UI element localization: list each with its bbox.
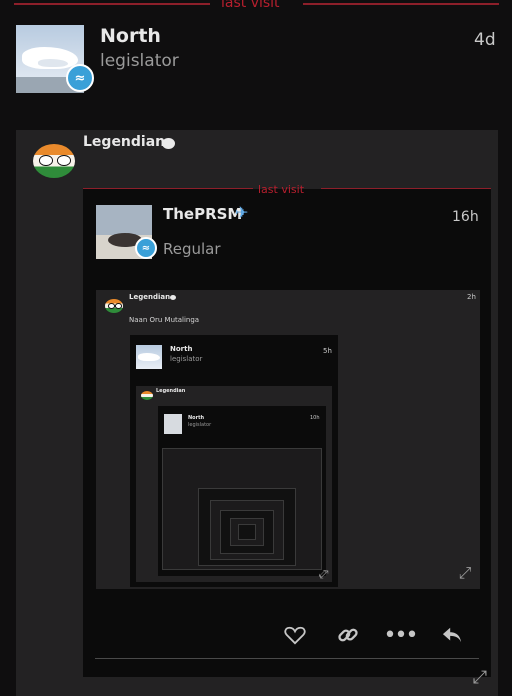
inner-last-visit-divider-right bbox=[321, 188, 491, 189]
deep-north-role: legislator bbox=[188, 422, 212, 428]
nested-legendian-avatar[interactable] bbox=[104, 298, 124, 314]
inner-post-author-role: Regular bbox=[163, 240, 221, 258]
deep-author-name: Legendian bbox=[156, 388, 186, 394]
post-time[interactable]: 4d bbox=[474, 30, 496, 50]
post-author-role: legislator bbox=[100, 51, 179, 71]
reply-icon[interactable] bbox=[438, 621, 466, 649]
post-author-name[interactable]: North bbox=[100, 25, 161, 47]
nested-quote-level5: North legislator 10h bbox=[158, 406, 326, 576]
more-icon[interactable]: ••• bbox=[384, 621, 419, 649]
quote-author-name[interactable]: Legendian bbox=[83, 134, 165, 150]
regular-badge-icon: ≈ bbox=[135, 237, 157, 259]
nested-quote-panel: Legendian 2h Naan Oru Mutalinga North le… bbox=[96, 290, 480, 589]
verified-badge-icon: ≈ bbox=[66, 64, 94, 92]
quote-expand-icon[interactable]: ⤢ bbox=[468, 665, 492, 689]
nested-chat-bubble-icon bbox=[170, 295, 176, 300]
heart-icon[interactable] bbox=[281, 621, 309, 649]
nested-north-avatar[interactable] bbox=[136, 345, 162, 369]
deep-north-name: North bbox=[188, 415, 205, 421]
level3-expand-icon[interactable]: ⤢ bbox=[316, 567, 332, 583]
nested-time: 2h bbox=[467, 293, 476, 301]
deep-legendian-avatar bbox=[140, 390, 154, 401]
deep-north-time: 10h bbox=[310, 415, 320, 421]
chat-bubble-icon bbox=[162, 138, 175, 149]
recursive-tunnel-6 bbox=[238, 524, 256, 540]
quote-panel: Legendian last visit ≈ ThePRSM ✈ Regular… bbox=[16, 130, 498, 696]
nested-expand-icon[interactable]: ⤢ bbox=[452, 560, 478, 586]
inner-last-visit-divider-left bbox=[83, 188, 253, 189]
nested-quote-level4: Legendian North legislator 10h ⤢ bbox=[136, 386, 332, 582]
inner-post-time[interactable]: 16h bbox=[452, 209, 479, 225]
nested-north-time: 5h bbox=[323, 347, 332, 355]
nested-author-name[interactable]: Legendian bbox=[129, 293, 170, 301]
inner-last-visit-label: last visit bbox=[258, 183, 305, 196]
quote-inner-panel: last visit ≈ ThePRSM ✈ Regular 16h Legen… bbox=[83, 183, 491, 677]
inner-post-author-name[interactable]: ThePRSM bbox=[163, 205, 242, 223]
deep-north-avatar bbox=[164, 414, 182, 434]
nested-north-role: legislator bbox=[170, 355, 203, 363]
airplane-icon: ✈ bbox=[235, 203, 249, 222]
action-bar-divider bbox=[95, 658, 479, 659]
link-icon[interactable] bbox=[334, 621, 362, 649]
nested-quote-level3: North legislator 5h Legendian North legi… bbox=[130, 335, 338, 587]
nested-message: Naan Oru Mutalinga bbox=[129, 316, 200, 324]
nested-north-name[interactable]: North bbox=[170, 345, 192, 353]
last-visit-divider-right bbox=[303, 3, 499, 5]
last-visit-divider-left bbox=[14, 3, 210, 5]
legendian-avatar[interactable] bbox=[32, 143, 76, 179]
last-visit-label: last visit bbox=[221, 0, 280, 11]
